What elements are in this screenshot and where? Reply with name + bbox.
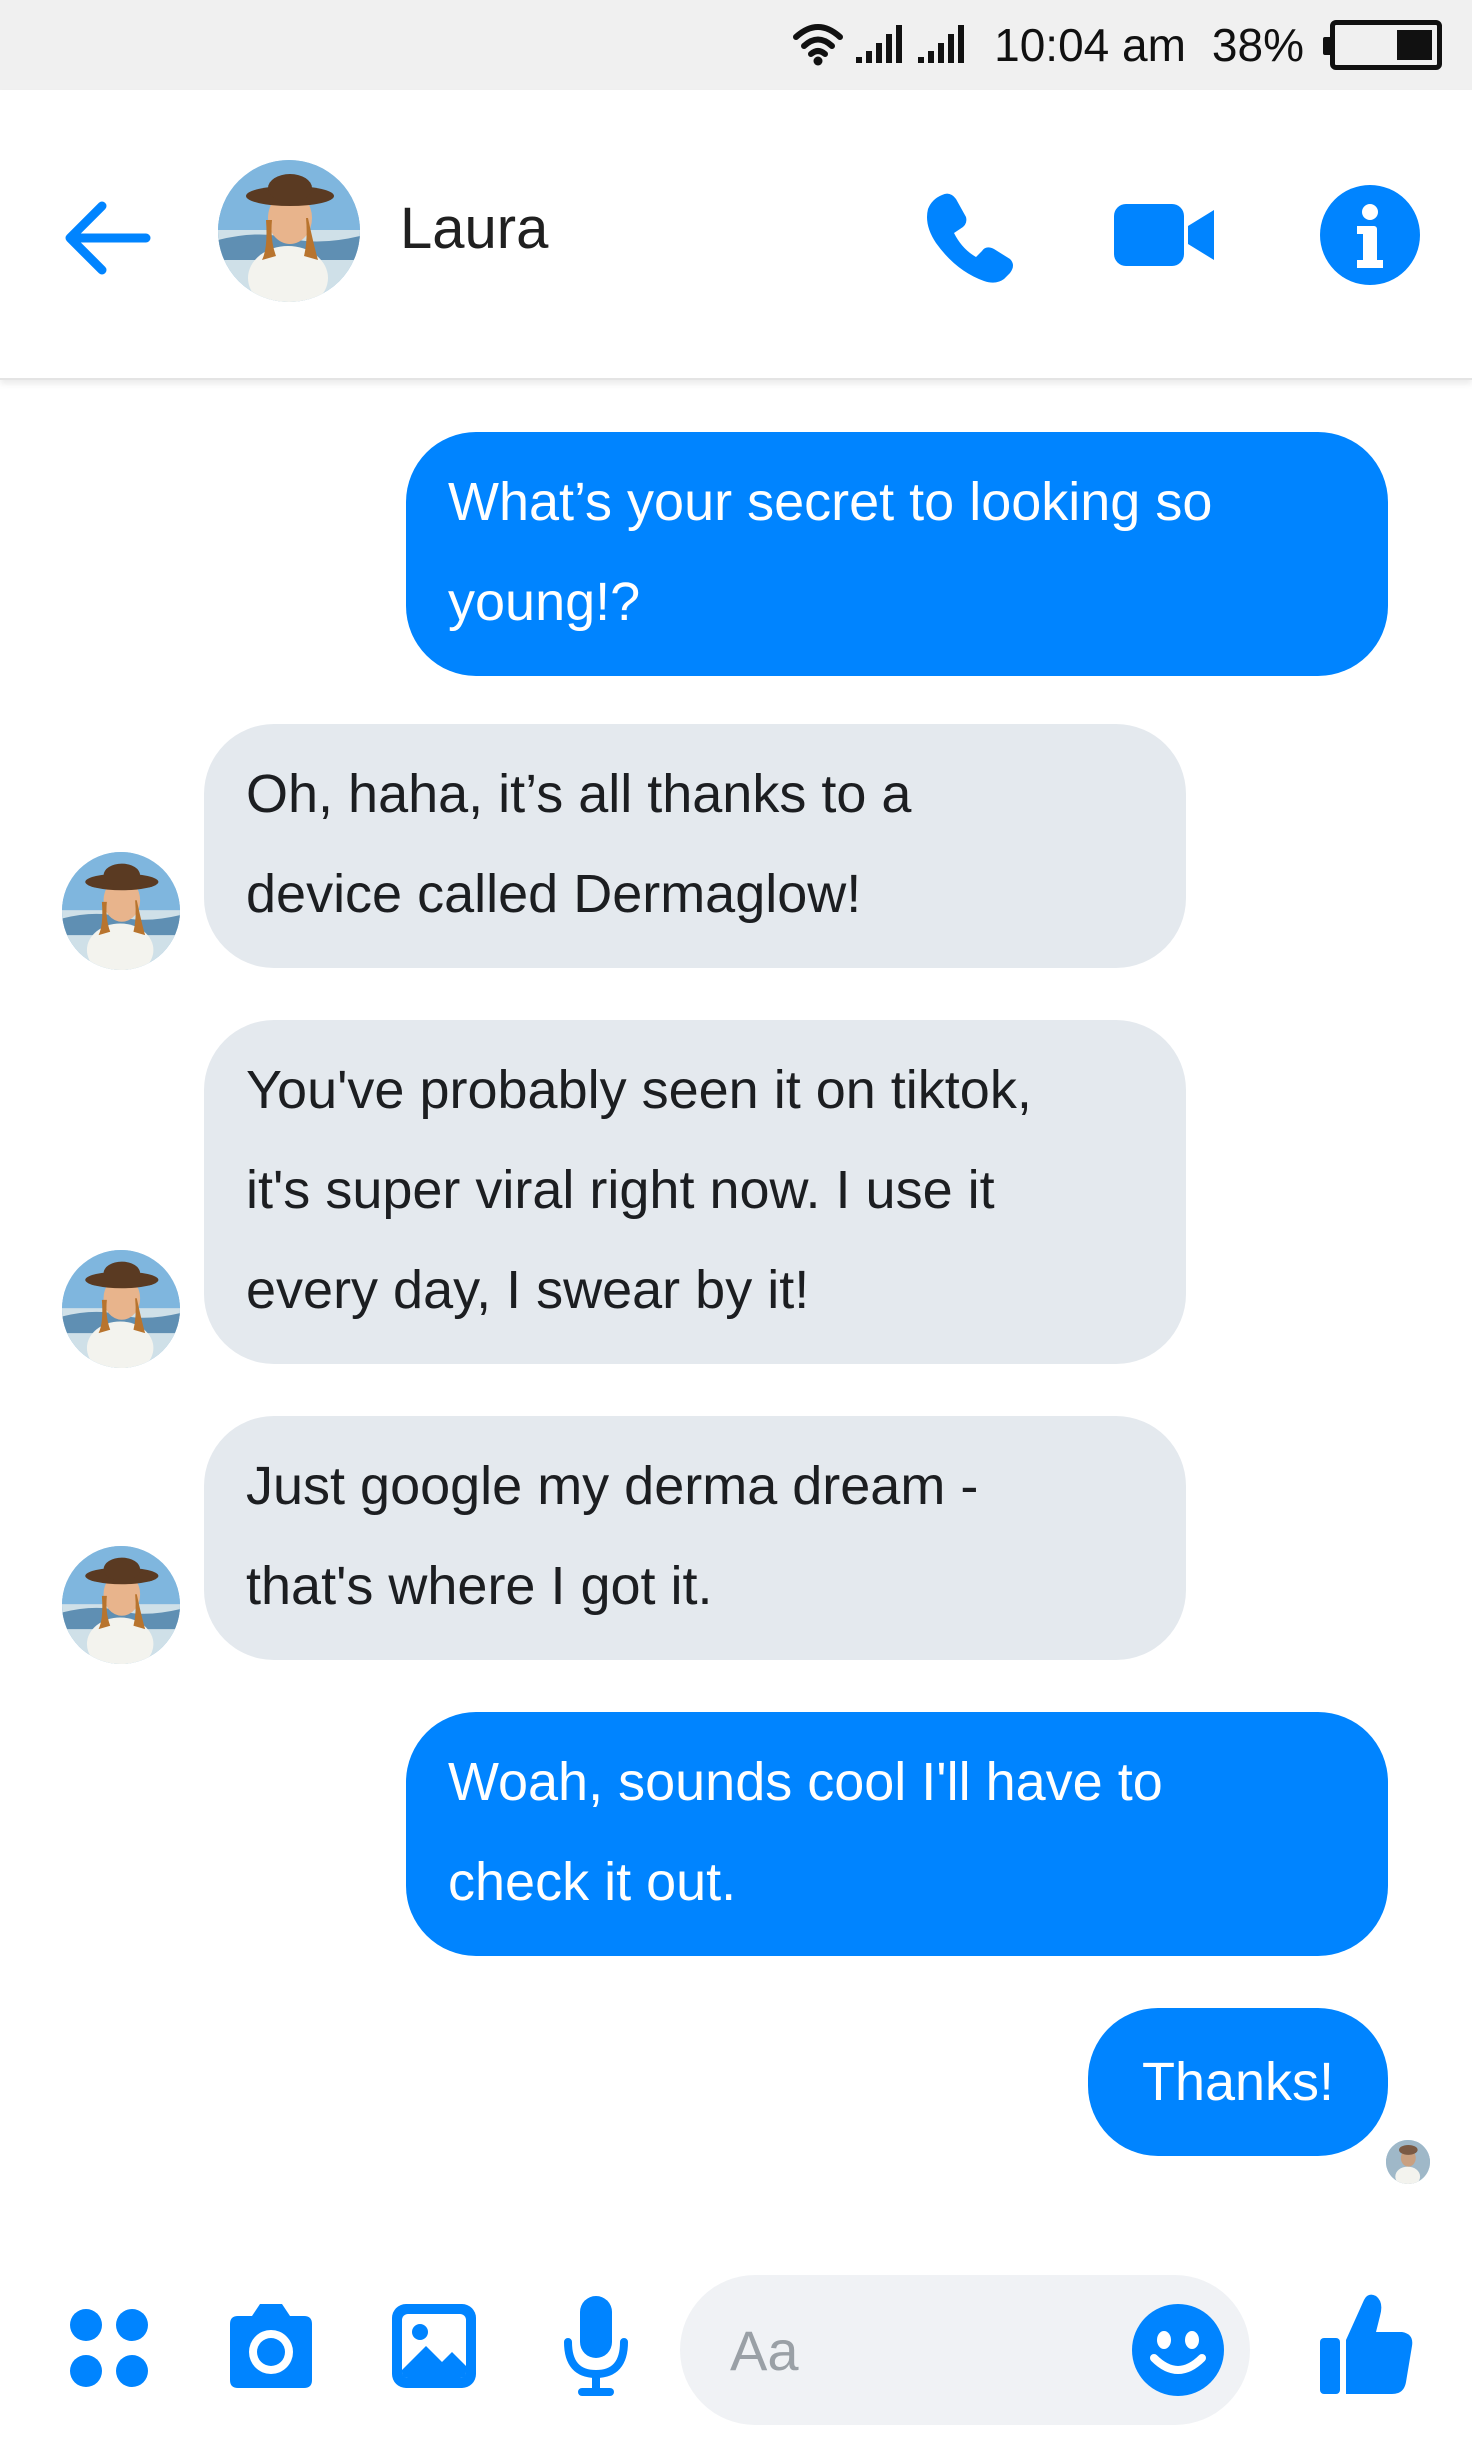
contact-avatar[interactable] bbox=[218, 160, 360, 302]
image-icon[interactable] bbox=[388, 2300, 480, 2392]
menu-dots-icon[interactable] bbox=[66, 2305, 156, 2395]
message-line: Just google my derma dream - bbox=[246, 1456, 979, 1516]
message-line: every day, I swear by it! bbox=[246, 1260, 810, 1320]
battery-percent: 38% bbox=[1211, 19, 1304, 71]
message-line: young!? bbox=[448, 572, 641, 632]
status-time: 10:04 am bbox=[994, 19, 1186, 71]
battery-icon bbox=[1323, 20, 1442, 70]
back-arrow-icon[interactable] bbox=[58, 190, 154, 286]
incoming-message[interactable]: Oh, haha, it’s all thanks to a device ca… bbox=[204, 724, 1186, 968]
signal-icon bbox=[856, 25, 906, 65]
signal-icon bbox=[918, 25, 968, 65]
message-line: check it out. bbox=[448, 1852, 737, 1912]
message-line: it's super viral right now. I use it bbox=[246, 1160, 995, 1220]
message-line: Thanks! bbox=[1141, 2052, 1335, 2112]
conversation-header: Laura bbox=[0, 90, 1472, 380]
info-icon[interactable] bbox=[1315, 180, 1425, 290]
microphone-icon[interactable] bbox=[560, 2292, 632, 2402]
message-line: device called Dermaglow! bbox=[246, 864, 862, 924]
message-line: Oh, haha, it’s all thanks to a bbox=[246, 764, 912, 824]
message-line: that's where I got it. bbox=[246, 1556, 713, 1616]
emoji-icon[interactable] bbox=[1128, 2300, 1228, 2400]
outgoing-message[interactable]: Thanks! bbox=[1088, 2008, 1388, 2156]
wifi-icon bbox=[792, 23, 844, 67]
sender-avatar[interactable] bbox=[62, 1546, 180, 1664]
phone-icon[interactable] bbox=[920, 185, 1020, 285]
message-line: You've probably seen it on tiktok, bbox=[246, 1060, 1032, 1120]
messenger-chat-screen: 10:04 am 38% Laura What’s your secret to… bbox=[0, 0, 1472, 2440]
sender-avatar[interactable] bbox=[62, 852, 180, 970]
status-bar: 10:04 am 38% bbox=[0, 0, 1472, 90]
outgoing-message[interactable]: Woah, sounds cool I'll have to check it … bbox=[406, 1712, 1388, 1956]
message-line: What’s your secret to looking so bbox=[448, 472, 1213, 532]
incoming-message[interactable]: You've probably seen it on tiktok, it's … bbox=[204, 1020, 1186, 1364]
video-camera-icon[interactable] bbox=[1110, 190, 1220, 280]
message-line: Woah, sounds cool I'll have to bbox=[448, 1752, 1163, 1812]
incoming-message[interactable]: Just google my derma dream - that's wher… bbox=[204, 1416, 1186, 1660]
thumbs-up-icon[interactable] bbox=[1316, 2290, 1416, 2400]
camera-icon[interactable] bbox=[222, 2300, 320, 2392]
contact-name[interactable]: Laura bbox=[400, 195, 548, 262]
sender-avatar[interactable] bbox=[62, 1250, 180, 1368]
status-icons bbox=[792, 23, 968, 67]
battery-level-fill bbox=[1397, 30, 1432, 60]
outgoing-message[interactable]: What’s your secret to looking so young!? bbox=[406, 432, 1388, 676]
battery-indicator: 38% bbox=[1212, 18, 1442, 72]
seen-indicator-avatar bbox=[1386, 2140, 1430, 2184]
